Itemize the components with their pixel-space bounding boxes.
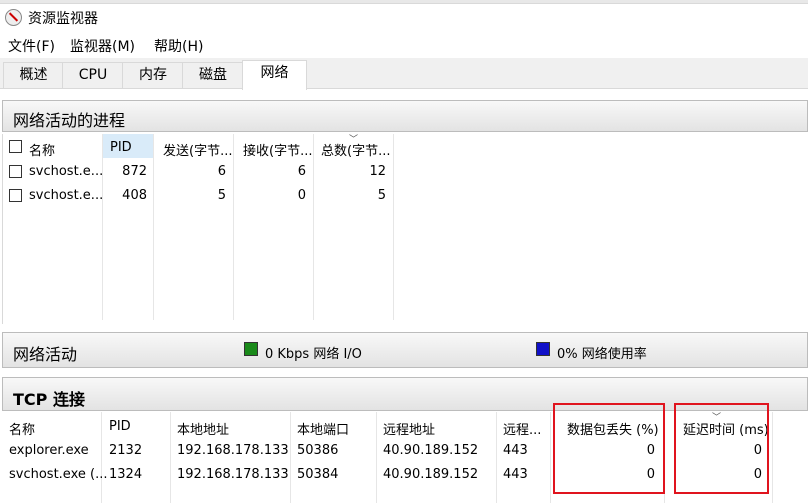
packet-loss-highlight-box xyxy=(553,403,665,494)
col-header-sent[interactable]: 发送(字节... xyxy=(163,140,232,159)
process-recv: 6 xyxy=(297,164,306,179)
latency-highlight-box xyxy=(674,403,769,494)
section-title: 网络活动 xyxy=(13,345,78,364)
resource-monitor-icon xyxy=(5,9,22,26)
select-all-checkbox[interactable] xyxy=(9,140,22,153)
col-header-recv[interactable]: 接收(字节... xyxy=(243,140,312,159)
connection-remote-port: 443 xyxy=(503,443,528,458)
processes-table: 名称 PID 发送(字节... 接收(字节... 总数(字节... ﹀ svch… xyxy=(2,134,808,324)
row-checkbox[interactable] xyxy=(9,189,22,202)
connection-local-address: 192.168.178.133 xyxy=(177,467,289,482)
network-usage-legend-icon xyxy=(536,342,550,356)
tab-overview[interactable]: 概述 xyxy=(3,62,64,88)
process-sent: 5 xyxy=(217,188,226,203)
menu-monitor[interactable]: 监视器(M) xyxy=(70,36,135,56)
connection-pid: 2132 xyxy=(109,443,143,458)
col-header-local-port[interactable]: 本地端口 xyxy=(297,419,349,438)
col-header-local-address[interactable]: 本地地址 xyxy=(177,419,229,438)
col-header-pid[interactable]: PID xyxy=(110,140,132,155)
network-usage-text: 0% 网络使用率 xyxy=(557,347,647,362)
col-header-name[interactable]: 名称 xyxy=(29,140,55,159)
processes-section-header[interactable]: 网络活动的进程 xyxy=(2,100,808,132)
process-name[interactable]: svchost.e... xyxy=(29,164,103,179)
menu-help[interactable]: 帮助(H) xyxy=(154,36,203,56)
network-activity-section-header[interactable]: 网络活动 0 Kbps 网络 I/O 0% 网络使用率 xyxy=(2,332,808,368)
process-total: 5 xyxy=(377,188,386,203)
title-bar xyxy=(0,0,808,32)
col-header-pid[interactable]: PID xyxy=(109,419,131,434)
tab-memory[interactable]: 内存 xyxy=(122,62,184,88)
process-recv: 0 xyxy=(297,188,306,203)
window-title: 资源监视器 xyxy=(28,11,98,27)
sort-caret-icon: ﹀ xyxy=(349,135,359,145)
connection-remote-address: 40.90.189.152 xyxy=(383,443,479,458)
connection-local-address: 192.168.178.133 xyxy=(177,443,289,458)
connection-pid: 1324 xyxy=(109,467,143,482)
col-header-remote-address[interactable]: 远程地址 xyxy=(383,419,435,438)
process-sent: 6 xyxy=(217,164,226,179)
process-name[interactable]: svchost.e... xyxy=(29,188,103,203)
col-header-name[interactable]: 名称 xyxy=(9,419,35,438)
tab-network[interactable]: 网络 xyxy=(242,60,307,90)
process-total: 12 xyxy=(369,164,386,179)
row-checkbox[interactable] xyxy=(9,165,22,178)
connection-name[interactable]: svchost.exe (... xyxy=(9,467,107,482)
connection-remote-port: 443 xyxy=(503,467,528,482)
connection-local-port: 50384 xyxy=(297,467,339,482)
process-pid: 408 xyxy=(122,188,147,203)
network-io-legend-icon xyxy=(244,342,258,356)
connection-remote-address: 40.90.189.152 xyxy=(383,467,479,482)
tab-disk[interactable]: 磁盘 xyxy=(182,62,244,88)
col-header-remote-port[interactable]: 远程... xyxy=(503,419,541,438)
tab-cpu[interactable]: CPU xyxy=(62,62,124,88)
section-title: 网络活动的进程 xyxy=(13,111,126,130)
menu-file[interactable]: 文件(F) xyxy=(8,36,55,56)
title-bar-edge xyxy=(0,0,808,4)
process-pid: 872 xyxy=(122,164,147,179)
connection-name[interactable]: explorer.exe xyxy=(9,443,89,458)
section-title: TCP 连接 xyxy=(13,390,85,409)
network-io-text: 0 Kbps 网络 I/O xyxy=(265,347,362,362)
connection-local-port: 50386 xyxy=(297,443,339,458)
